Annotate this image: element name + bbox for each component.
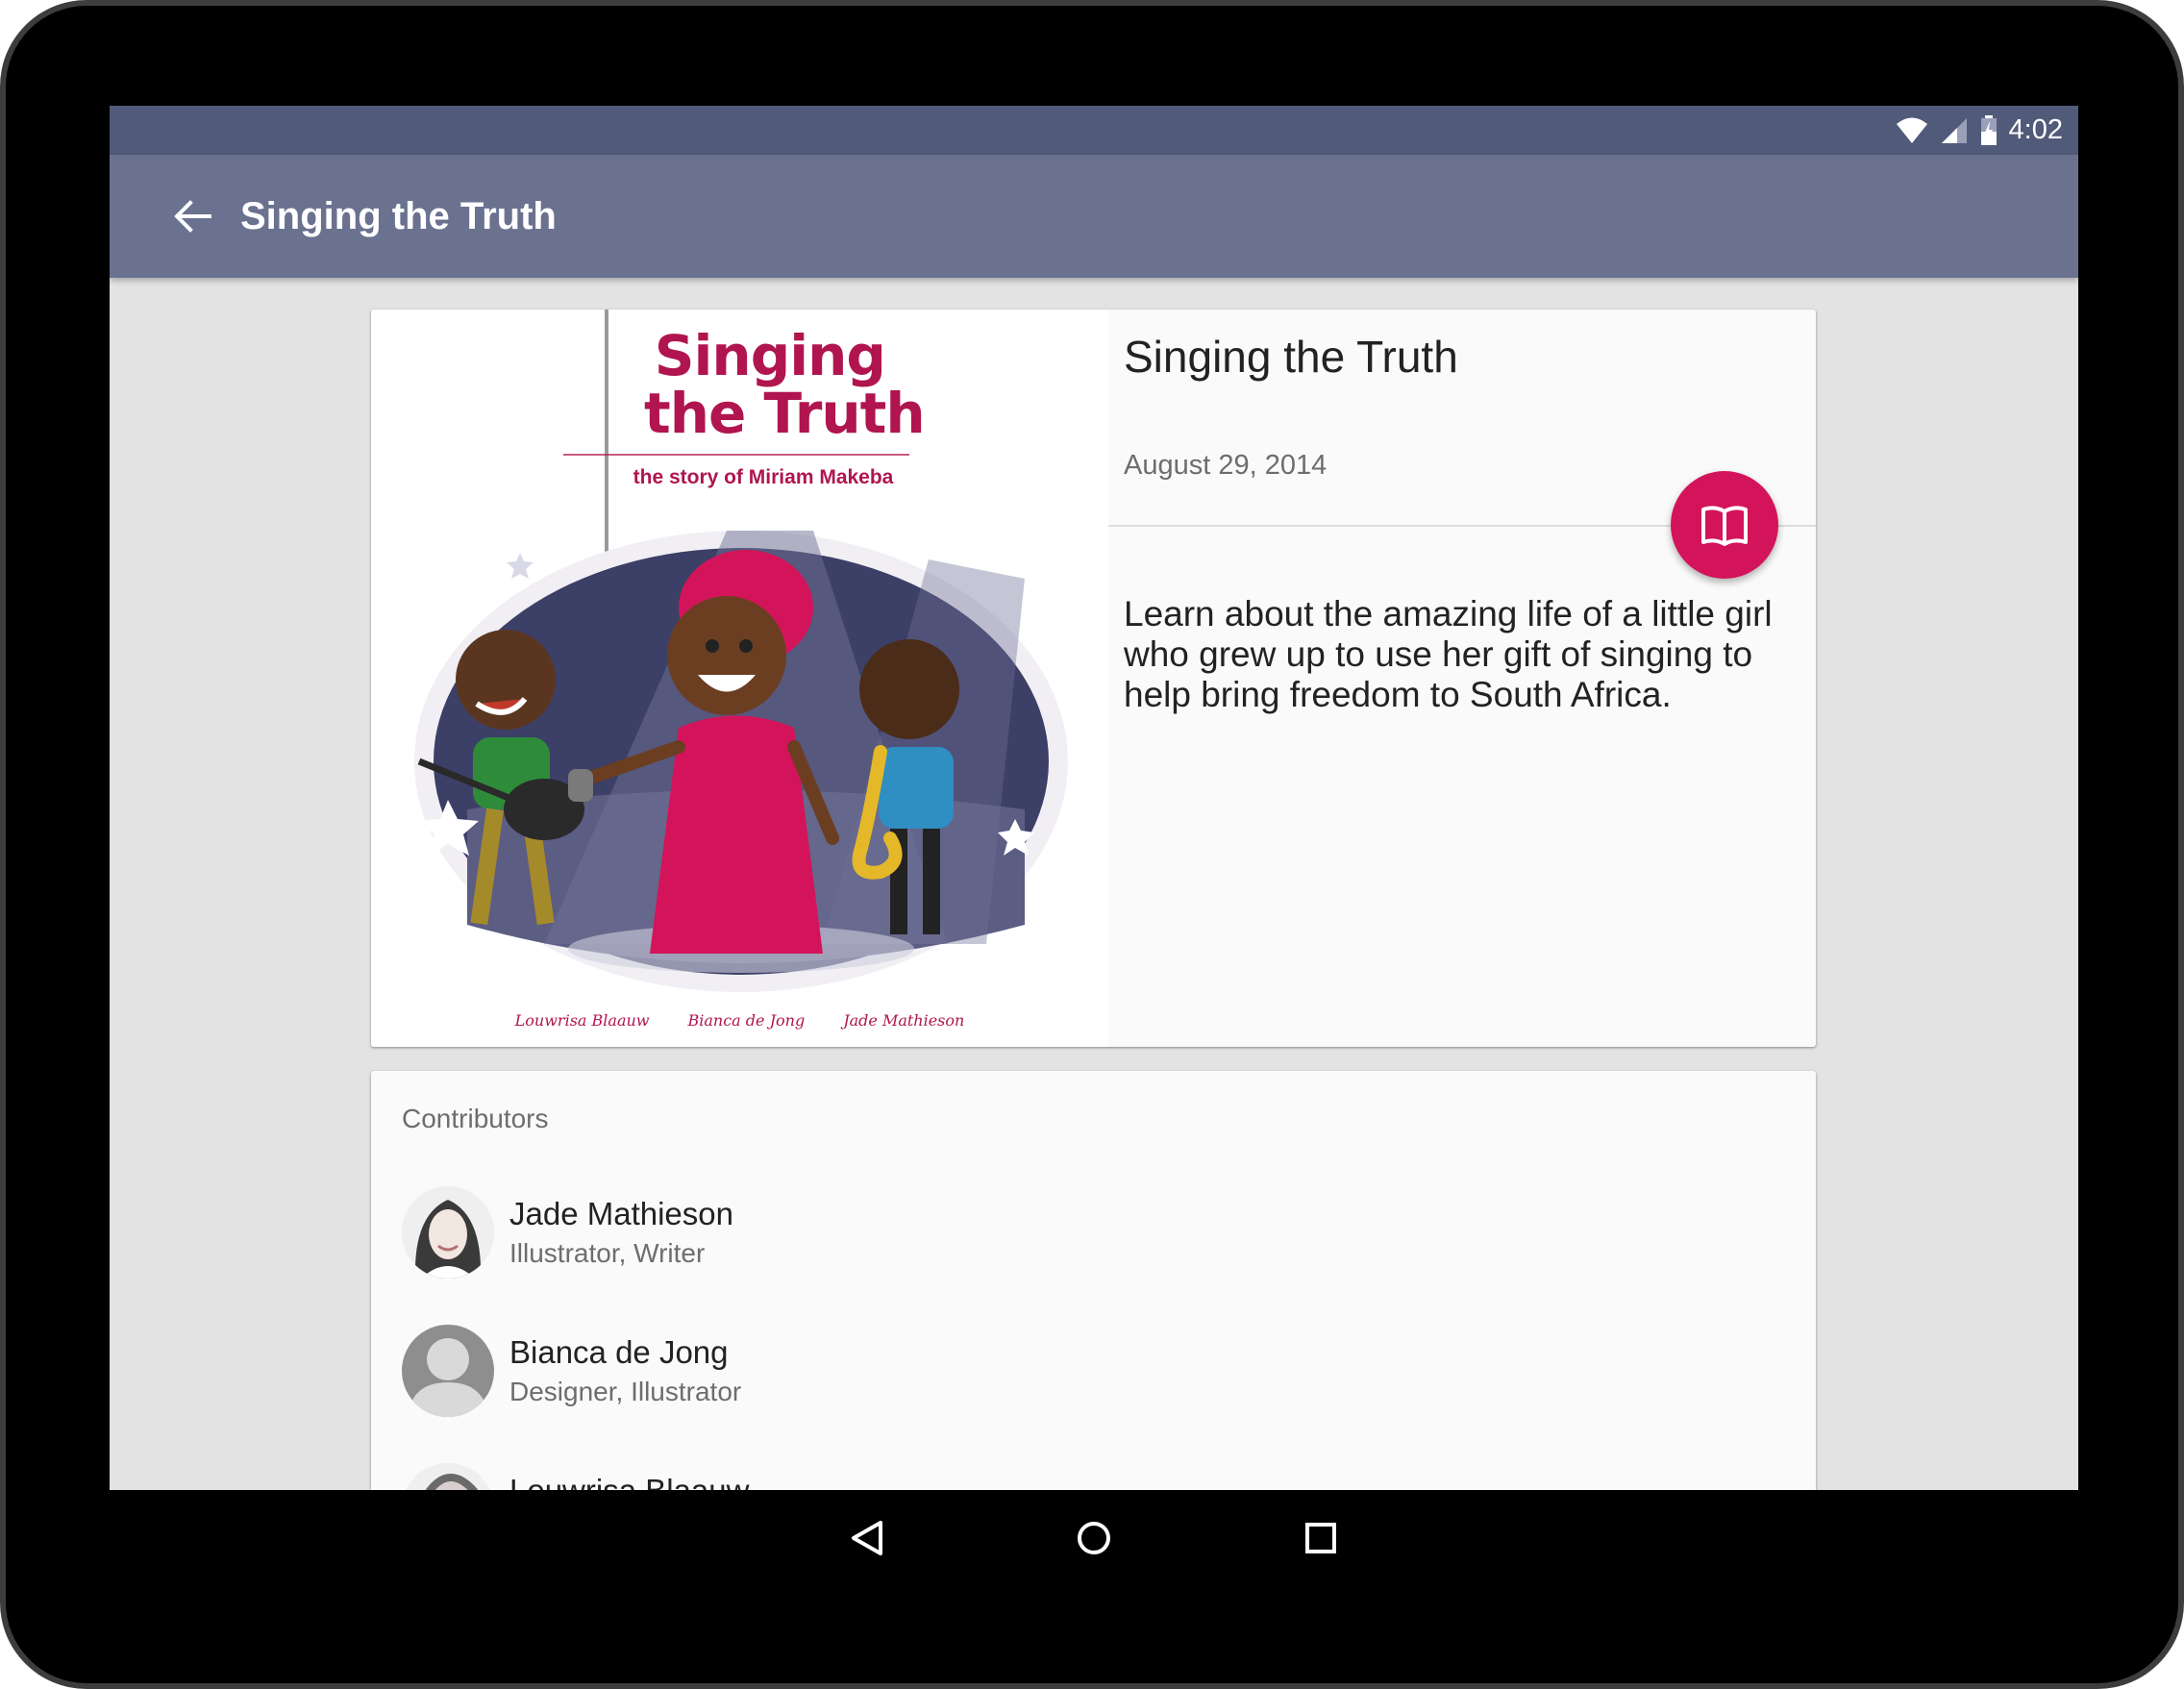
book-date: August 29, 2014 <box>1124 450 1328 481</box>
book-title: Singing the Truth <box>1124 332 1458 382</box>
cover-title-line2: the Truth <box>644 381 926 446</box>
cover-title-line1: Singing <box>654 323 886 388</box>
nav-back-button[interactable] <box>848 1509 886 1567</box>
cover-credit: Jade Mathieson <box>843 1011 965 1030</box>
contributor-name: Jade Mathieson <box>509 1196 733 1231</box>
screen: 4:02 Singing the Truth Singing the Truth… <box>110 106 2078 1490</box>
cover-illustration <box>414 531 1068 992</box>
book-description: Learn about the amazing life of a little… <box>1124 594 1773 714</box>
book-info: Singing the Truth August 29, 2014 Learn … <box>1108 310 1816 1047</box>
back-triangle-icon <box>852 1521 882 1555</box>
person-icon <box>408 1338 488 1417</box>
contributor-item[interactable]: Louwrisa Blaauw <box>402 1463 1748 1490</box>
cover-credits: Louwrisa Blaauw Bianca de Jong Jade Math… <box>371 1011 1108 1030</box>
open-book-icon <box>1701 506 1748 546</box>
nav-recents-button[interactable] <box>1302 1509 1340 1567</box>
app-bar: Singing the Truth <box>110 155 2078 278</box>
home-circle-icon <box>1078 1522 1110 1554</box>
book-card: Singing the Truth the story of Miriam Ma… <box>371 310 1816 1047</box>
contributor-role: Designer, Illustrator <box>509 1377 742 1406</box>
nav-home-button[interactable] <box>1075 1509 1113 1567</box>
back-button[interactable] <box>163 187 221 245</box>
avatar-photo <box>402 1463 494 1490</box>
battery-charging-icon <box>1980 114 1997 145</box>
contributor-item[interactable]: Jade Mathieson Illustrator, Writer <box>402 1186 1748 1279</box>
cover-credit: Louwrisa Blaauw <box>514 1011 650 1030</box>
cover-rule <box>563 454 909 456</box>
wifi-icon <box>1896 117 1927 143</box>
book-cover[interactable]: Singing the Truth the story of Miriam Ma… <box>371 310 1108 1047</box>
navigation-bar <box>110 1490 2078 1586</box>
page-title: Singing the Truth <box>240 195 557 237</box>
avatar-placeholder <box>402 1325 494 1417</box>
cover-credit: Bianca de Jong <box>687 1011 806 1030</box>
cover-title: Singing the Truth <box>615 323 926 446</box>
avatar-photo <box>402 1186 494 1279</box>
status-icons: 4:02 <box>1896 106 2063 155</box>
contributor-role: Illustrator, Writer <box>509 1238 706 1268</box>
recents-square-icon <box>1305 1523 1336 1553</box>
clock: 4:02 <box>2008 114 2063 145</box>
read-book-button[interactable] <box>1671 471 1778 579</box>
contributor-name: Bianca de Jong <box>509 1334 729 1370</box>
contributors-card: Contributors Jade Mathieson Illustrator,… <box>371 1071 1816 1490</box>
cover-subtitle: the story of Miriam Makeba <box>633 466 894 488</box>
avatar <box>402 1463 494 1490</box>
contributor-item[interactable]: Bianca de Jong Designer, Illustrator <box>402 1325 1748 1417</box>
star-top <box>507 553 534 579</box>
contributors-heading: Contributors <box>402 1104 549 1133</box>
avatar <box>402 1186 494 1279</box>
status-bar: 4:02 <box>110 106 2078 155</box>
contributor-name: Louwrisa Blaauw <box>509 1473 749 1490</box>
arrow-back-icon <box>174 200 211 233</box>
cellular-icon <box>1941 117 1967 143</box>
